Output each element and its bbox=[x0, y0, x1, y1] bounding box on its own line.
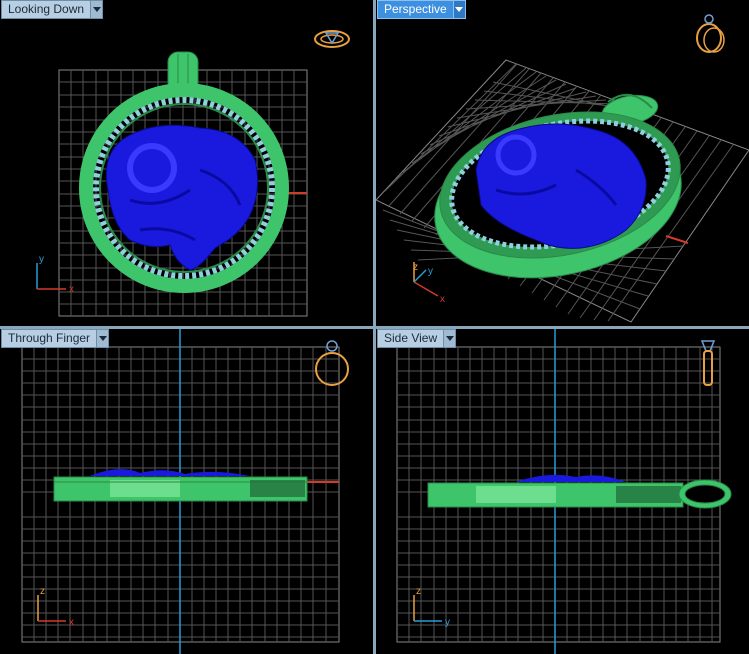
orientation-icon-top[interactable] bbox=[314, 30, 350, 48]
axis-label-y-persp: y bbox=[428, 266, 433, 277]
axis-label-z-persp: z bbox=[413, 262, 418, 273]
axis-label-z-front: z bbox=[40, 586, 45, 597]
viewport-through-finger[interactable]: z x Through Finger bbox=[0, 329, 373, 654]
orientation-icon-perspective[interactable] bbox=[696, 14, 725, 53]
viewport-title-front: Through Finger bbox=[8, 331, 91, 345]
chevron-down-icon bbox=[92, 7, 101, 12]
viewport-canvas-front[interactable]: z x bbox=[0, 329, 373, 654]
viewport-label-perspective[interactable]: Perspective bbox=[377, 0, 466, 19]
x-axis-marker-persp bbox=[665, 235, 689, 244]
viewport-menu-perspective-button[interactable] bbox=[452, 1, 465, 18]
axis-indicator-top bbox=[36, 263, 66, 290]
axis-label-z-side: z bbox=[416, 586, 421, 597]
viewport-looking-down[interactable]: y x Looking Down bbox=[0, 0, 373, 326]
viewport-title-perspective: Perspective bbox=[384, 2, 447, 16]
pendant-perspective-model[interactable] bbox=[420, 91, 696, 299]
axis-label-x-persp: x bbox=[440, 294, 445, 305]
viewport-menu-top-button[interactable] bbox=[90, 1, 103, 18]
viewport-perspective[interactable]: z y x Perspective bbox=[376, 0, 749, 326]
axis-label-x-top: x bbox=[69, 284, 74, 295]
axis-indicator-side bbox=[413, 595, 442, 622]
orientation-icon-front[interactable] bbox=[315, 340, 349, 386]
viewport-title-side: Side View bbox=[384, 331, 438, 345]
viewport-canvas-perspective[interactable]: z y x bbox=[376, 0, 749, 326]
chevron-down-icon bbox=[445, 336, 454, 341]
axis-label-y-top: y bbox=[39, 254, 44, 265]
viewport-label-front[interactable]: Through Finger bbox=[1, 329, 110, 348]
viewport-splitter-horizontal[interactable] bbox=[0, 326, 749, 329]
chevron-down-icon bbox=[455, 7, 464, 12]
axis-indicator-front bbox=[37, 595, 66, 622]
viewport-label-side[interactable]: Side View bbox=[377, 329, 457, 348]
axis-label-x-front: x bbox=[69, 617, 74, 628]
pendant-top-model[interactable] bbox=[79, 51, 289, 293]
chevron-down-icon bbox=[98, 336, 107, 341]
axis-label-y-side: y bbox=[445, 617, 450, 628]
pendant-front-model[interactable] bbox=[53, 469, 308, 502]
viewport-menu-side-button[interactable] bbox=[443, 330, 456, 347]
viewport-side-view[interactable]: z y Side View bbox=[376, 329, 749, 654]
viewport-canvas-side[interactable]: z y bbox=[376, 329, 749, 654]
viewport-label-top[interactable]: Looking Down bbox=[1, 0, 104, 19]
viewport-title-top: Looking Down bbox=[8, 2, 85, 16]
viewport-canvas-top[interactable]: y x bbox=[0, 0, 373, 326]
viewport-menu-front-button[interactable] bbox=[96, 330, 109, 347]
